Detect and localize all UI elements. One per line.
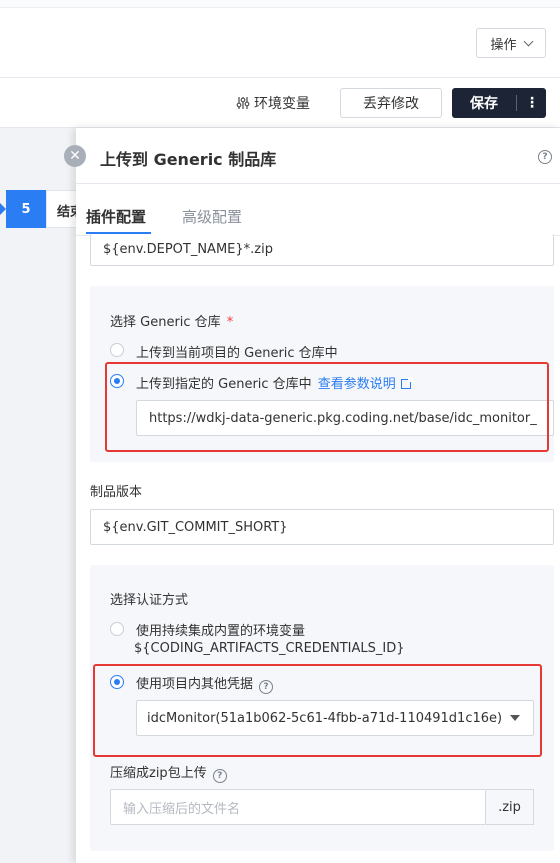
plugin-config-drawer: 上传到 Generic 制品库 ? 插件配置 高级配置 ${env.DEPOT_… — [76, 128, 560, 863]
drawer-tabs: 插件配置 高级配置 — [76, 184, 560, 236]
compress-filename-input[interactable]: 输入压缩后的文件名 — [110, 789, 486, 825]
radio-current-repo[interactable] — [110, 343, 124, 357]
repo-label: 选择 Generic 仓库 * — [110, 315, 234, 330]
sliders-icon — [236, 97, 250, 109]
version-input[interactable]: ${env.GIT_COMMIT_SHORT} — [90, 509, 554, 545]
file-path-input[interactable]: ${env.DEPOT_NAME}*.zip — [90, 234, 554, 266]
help-icon[interactable]: ? — [538, 150, 552, 164]
radio-builtin-env[interactable] — [110, 622, 124, 636]
save-button[interactable]: 保存 ⋮ — [452, 88, 546, 118]
discard-changes-button[interactable]: 丢弃修改 — [340, 88, 442, 118]
more-vertical-icon[interactable]: ⋮ — [517, 95, 546, 111]
required-mark: * — [226, 315, 234, 330]
operate-label: 操作 — [490, 37, 517, 53]
auth-label: 选择认证方式 — [110, 593, 189, 608]
top-strip — [0, 0, 560, 8]
tab-plugin-config[interactable]: 插件配置 — [86, 206, 146, 227]
zip-suffix: .zip — [486, 789, 534, 825]
save-label: 保存 — [470, 96, 498, 112]
operate-dropdown-button[interactable]: 操作 — [476, 28, 546, 58]
version-label: 制品版本 — [90, 485, 143, 500]
close-icon[interactable]: ✕ — [64, 145, 86, 167]
radio-builtin-env-label[interactable]: 使用持续集成内置的环境变量 — [136, 620, 305, 639]
env-var-label: 环境变量 — [254, 96, 310, 112]
highlight-box-repo — [105, 362, 549, 452]
drawer-title: 上传到 Generic 制品库 — [100, 150, 277, 169]
stage-number[interactable]: 5 — [6, 190, 46, 228]
drawer-header: 上传到 Generic 制品库 ? — [76, 128, 560, 184]
pipeline-toolbar: 环境变量 丢弃修改 保存 ⋮ — [0, 78, 560, 128]
highlight-box-credential — [93, 664, 542, 757]
env-var-button[interactable]: 环境变量 — [236, 93, 310, 113]
top-header: 操作 — [0, 0, 560, 78]
compress-label: 压缩成zip包上传? — [110, 762, 227, 783]
question-icon-compress[interactable]: ? — [212, 769, 227, 783]
compress-placeholder: 输入压缩后的文件名 — [123, 801, 241, 817]
radio-current-repo-label[interactable]: 上传到当前项目的 Generic 仓库中 — [136, 342, 338, 361]
builtin-env-subtext: ${CODING_ARTIFACTS_CREDENTIALS_ID} — [134, 641, 405, 656]
tab-advanced-config[interactable]: 高级配置 — [182, 206, 242, 227]
chevron-down-icon — [523, 36, 533, 46]
